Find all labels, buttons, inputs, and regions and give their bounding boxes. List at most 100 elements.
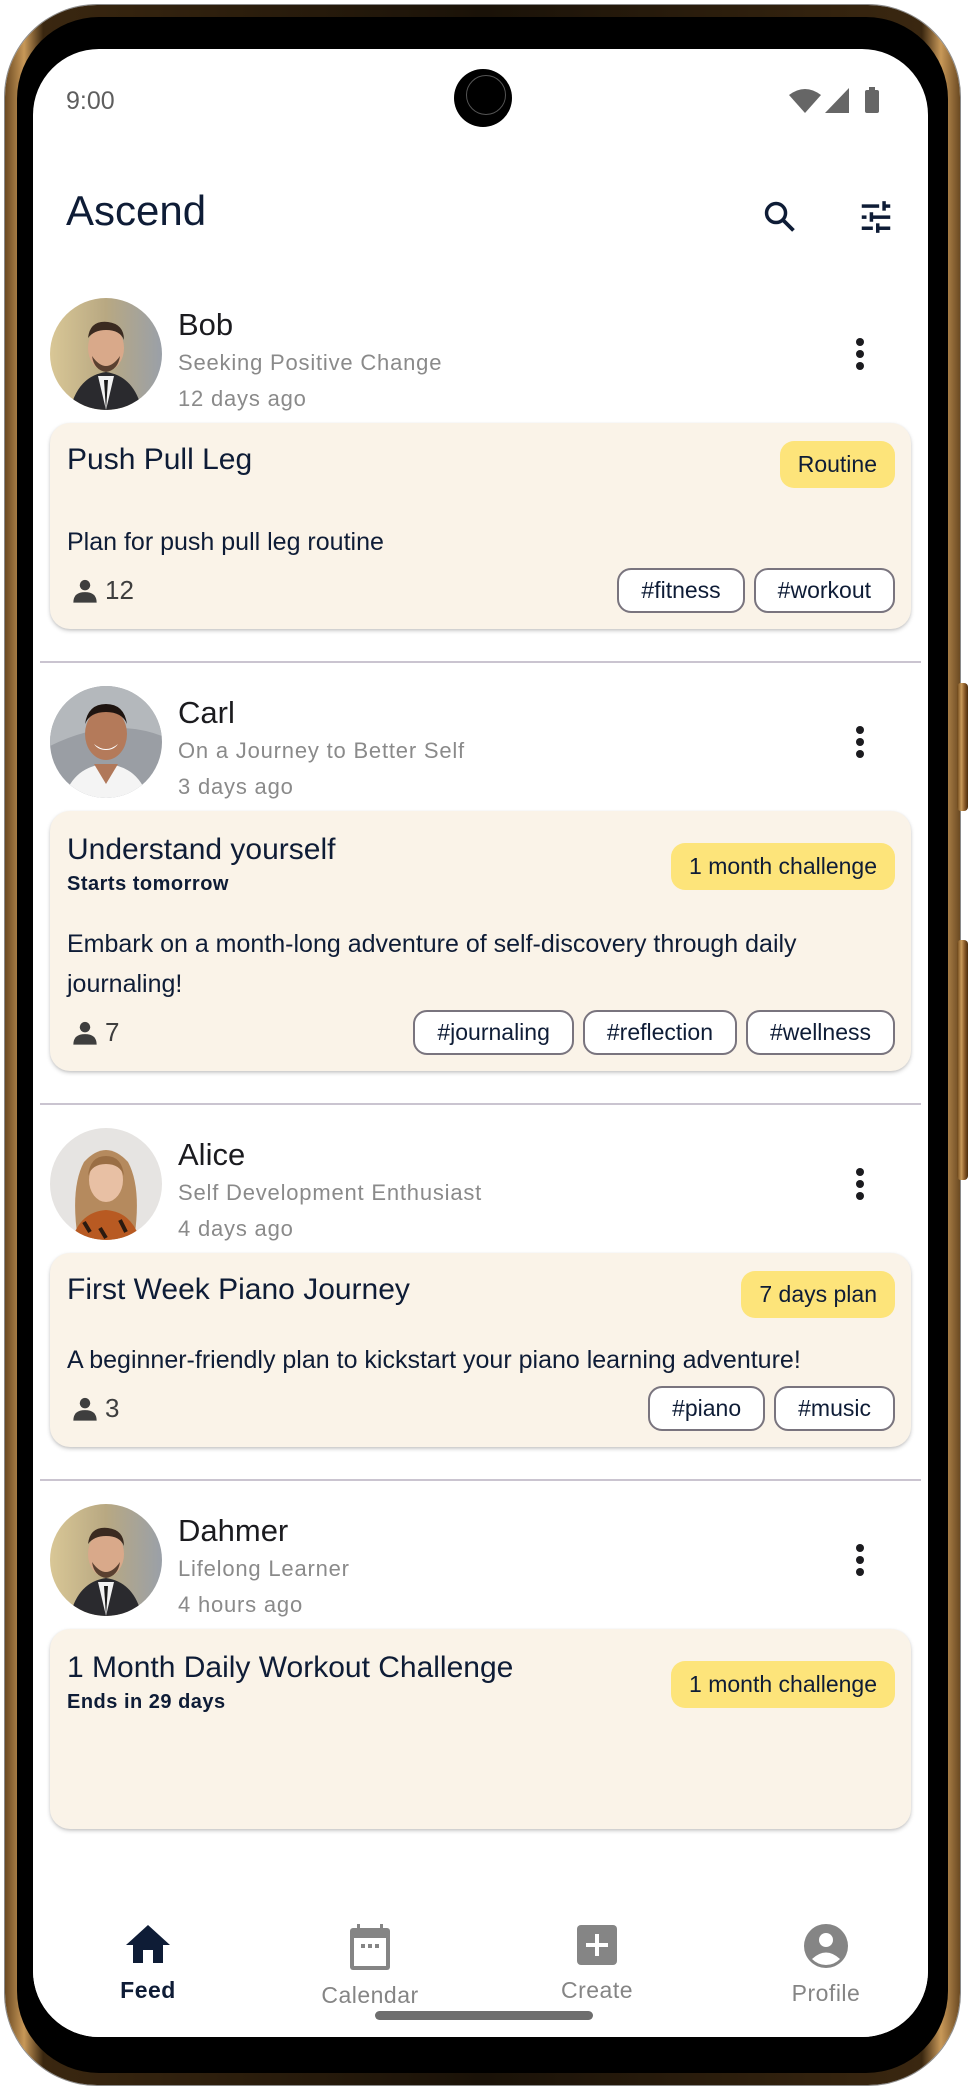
search-button[interactable]: [756, 193, 804, 241]
screen: 9:00 Ascend Bob Seeking Positive Change …: [33, 49, 928, 2037]
nav-label: Create: [560, 1977, 634, 2003]
more-vert-icon: [856, 1544, 864, 1552]
more-vert-icon-dot: [856, 362, 864, 370]
front-camera: [454, 69, 512, 127]
feed-post: Alice Self Development Enthusiast 4 days…: [33, 1119, 928, 1481]
tag-list: #fitness #workout: [617, 568, 895, 613]
more-options-button[interactable]: [841, 329, 879, 379]
calendar-icon: [350, 1924, 390, 1970]
nav-profile[interactable]: Profile: [751, 1884, 901, 2006]
user-name[interactable]: Dahmer: [178, 1513, 288, 1549]
participant-count-value: 7: [105, 1017, 120, 1047]
user-name[interactable]: Alice: [178, 1137, 245, 1173]
feed-list[interactable]: Bob Seeking Positive Change 12 days ago …: [33, 289, 928, 1884]
user-name[interactable]: Carl: [178, 695, 235, 731]
card-title: Push Pull Leg: [67, 443, 253, 476]
tag-chip[interactable]: #reflection: [582, 1010, 737, 1055]
user-tagline: On a Journey to Better Self: [178, 738, 465, 763]
tag-chip[interactable]: #music: [774, 1386, 895, 1431]
participant-count: 12: [67, 575, 134, 606]
post-timestamp: 4 hours ago: [178, 1592, 303, 1617]
volume-button: [957, 683, 968, 811]
more-vert-icon-dot: [856, 1192, 864, 1200]
tag-list: #journaling #reflection #wellness: [413, 1010, 895, 1055]
tune-icon: [861, 201, 891, 233]
more-vert-icon-dot: [856, 750, 864, 758]
signal-icon: [825, 88, 849, 113]
more-options-button[interactable]: [841, 717, 879, 767]
more-options-button[interactable]: [841, 1535, 879, 1585]
add-box-icon: [577, 1924, 617, 1965]
tag-chip[interactable]: #wellness: [746, 1010, 895, 1055]
avatar[interactable]: [50, 298, 162, 410]
status-time: 9:00: [66, 87, 115, 115]
post-divider: [40, 1479, 921, 1481]
feed-post: Dahmer Lifelong Learner 4 hours ago 1 Mo…: [33, 1495, 928, 1829]
app-title: Ascend: [66, 187, 207, 234]
card-title: Understand yourself: [67, 833, 336, 866]
nav-label: Calendar: [321, 1982, 419, 2008]
more-vert-icon-dot: [856, 1568, 864, 1576]
more-options-button[interactable]: [841, 1159, 879, 1209]
plan-card[interactable]: Understand yourself Starts tomorrow 1 mo…: [50, 811, 911, 1071]
card-schedule-status: Starts tomorrow: [67, 873, 229, 895]
more-vert-icon-dot: [856, 1556, 864, 1564]
plan-type-badge: Routine: [779, 441, 895, 488]
post-timestamp: 3 days ago: [178, 774, 294, 799]
tag-chip[interactable]: #fitness: [617, 568, 745, 613]
card-title: First Week Piano Journey: [67, 1273, 410, 1306]
participant-count-value: 3: [105, 1393, 120, 1423]
plan-type-badge: 1 month challenge: [671, 843, 895, 890]
wifi-icon: [789, 89, 821, 113]
person-icon: [73, 1021, 97, 1045]
power-button: [957, 940, 968, 1180]
plan-card[interactable]: 1 Month Daily Workout Challenge Ends in …: [50, 1629, 911, 1829]
account-circle-icon: [804, 1924, 848, 1968]
nav-label: Feed: [120, 1977, 176, 2003]
post-divider: [40, 661, 921, 663]
post-timestamp: 4 days ago: [178, 1216, 294, 1241]
more-vert-icon-dot: [856, 738, 864, 746]
post-header: Dahmer Lifelong Learner 4 hours ago: [33, 1495, 928, 1625]
tag-chip[interactable]: #journaling: [413, 1010, 574, 1055]
avatar[interactable]: [50, 1504, 162, 1616]
nav-calendar[interactable]: Calendar: [295, 1884, 445, 2008]
nav-label: Profile: [791, 1980, 861, 2006]
post-header: Carl On a Journey to Better Self 3 days …: [33, 677, 928, 807]
card-description: A beginner-friendly plan to kickstart yo…: [67, 1346, 801, 1374]
nav-create[interactable]: Create: [522, 1884, 672, 2004]
post-header: Alice Self Development Enthusiast 4 days…: [33, 1119, 928, 1249]
more-vert-icon: [856, 338, 864, 346]
home-indicator[interactable]: [375, 2011, 593, 2020]
participant-count: 7: [67, 1017, 119, 1048]
avatar[interactable]: [50, 686, 162, 798]
user-tagline: Self Development Enthusiast: [178, 1180, 483, 1205]
more-vert-icon: [856, 1168, 864, 1176]
post-header: Bob Seeking Positive Change 12 days ago: [33, 289, 928, 419]
post-timestamp: 12 days ago: [178, 386, 307, 411]
tag-list: #piano #music: [648, 1386, 895, 1431]
home-icon: [126, 1924, 170, 1963]
card-schedule-status: Ends in 29 days: [67, 1691, 226, 1713]
card-description: Embark on a month-long adventure of self…: [67, 930, 797, 998]
more-vert-icon-dot: [856, 350, 864, 358]
feed-post: Bob Seeking Positive Change 12 days ago …: [33, 289, 928, 663]
filter-button[interactable]: [852, 193, 900, 241]
card-title: 1 Month Daily Workout Challenge: [67, 1651, 514, 1684]
feed-post: Carl On a Journey to Better Self 3 days …: [33, 677, 928, 1105]
plan-card[interactable]: Push Pull Leg Routine Plan for push pull…: [50, 423, 911, 629]
participant-count: 3: [67, 1393, 119, 1424]
avatar[interactable]: [50, 1128, 162, 1240]
participant-count-value: 12: [105, 575, 134, 605]
card-description: Plan for push pull leg routine: [67, 528, 384, 556]
search-icon: [764, 201, 795, 232]
person-icon: [73, 579, 97, 603]
tag-chip[interactable]: #piano: [648, 1386, 766, 1431]
battery-icon: [865, 87, 879, 113]
nav-feed[interactable]: Feed: [73, 1884, 223, 2004]
tag-chip[interactable]: #workout: [753, 568, 895, 613]
post-divider: [40, 1103, 921, 1105]
plan-card[interactable]: First Week Piano Journey 7 days plan A b…: [50, 1253, 911, 1447]
user-name[interactable]: Bob: [178, 307, 233, 343]
plan-type-badge: 1 month challenge: [671, 1661, 895, 1708]
